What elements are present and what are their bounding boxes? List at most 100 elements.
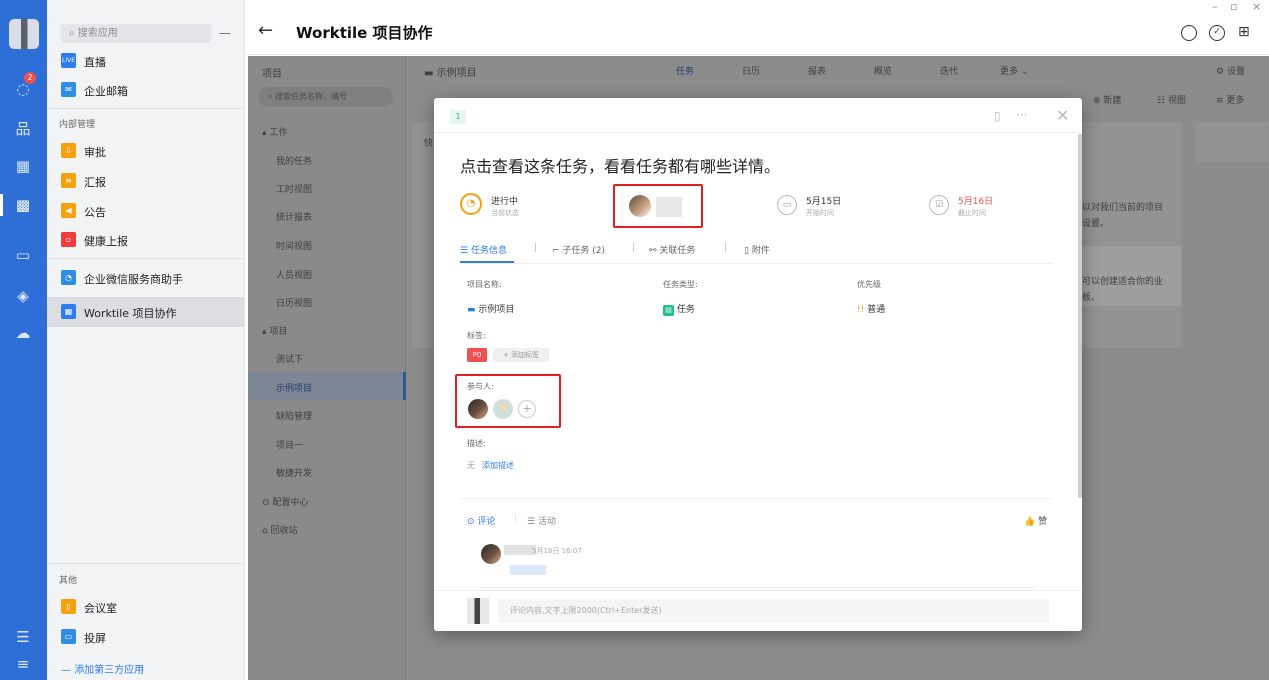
nav-project-defects[interactable]: 缺陷管理 — [276, 409, 312, 422]
compass-icon[interactable]: ✓ — [1209, 25, 1225, 41]
more-button[interactable]: ≡ 更多 — [1216, 93, 1244, 106]
tab-more[interactable]: 更多 ⌄ — [1000, 64, 1028, 77]
project-field-value[interactable]: ▬ 示例项目 — [467, 302, 514, 315]
refresh-icon[interactable] — [1181, 25, 1197, 41]
collapse-icon[interactable]: — — [219, 26, 231, 40]
more-options-icon[interactable]: ··· — [1016, 108, 1027, 122]
tab-report[interactable]: 报表 — [808, 64, 826, 77]
task-status[interactable]: 进行中 — [491, 194, 518, 207]
add-participant-button[interactable]: + — [518, 400, 536, 418]
settings-menu-icon[interactable]: ≡ — [12, 653, 34, 675]
group-project[interactable]: ▴ 项目 — [262, 324, 287, 337]
calendar-icon[interactable]: ▦ — [12, 155, 34, 177]
commenter-avatar[interactable] — [481, 544, 501, 564]
tab-separator: | — [632, 243, 636, 253]
back-icon[interactable]: ← — [258, 20, 273, 41]
grid-icon[interactable]: ⊞ — [1238, 24, 1250, 40]
task-search-input[interactable]: ⌕ 搜索任务名称、编号 — [258, 87, 393, 107]
description-label: 描述: — [467, 439, 486, 448]
nav-project-agile[interactable]: 敏捷开发 — [276, 466, 312, 479]
new-task-button[interactable]: ⊕ 新建 — [1093, 93, 1121, 106]
nav-time-view[interactable]: 时间视图 — [276, 239, 312, 252]
doc-icon[interactable]: ◈ — [12, 285, 34, 307]
add-third-party-app[interactable]: — 添加第三方应用 — [61, 661, 144, 676]
due-date[interactable]: 5月16日 — [958, 194, 993, 207]
nav-project-one[interactable]: 项目一 — [276, 438, 303, 451]
tab-linked-tasks[interactable]: ⚯ 关联任务 — [649, 243, 695, 256]
tag-p0[interactable]: P0 — [467, 348, 487, 362]
tab-tasks[interactable]: 任务 — [676, 64, 694, 77]
nav-project-sample[interactable]: 示例项目 — [276, 381, 312, 394]
nav-calendar-view[interactable]: 日历视图 — [276, 296, 312, 309]
tab-iteration[interactable]: 迭代 — [940, 64, 958, 77]
activity-tab[interactable]: ☰ 活动 — [527, 514, 556, 527]
tab-attachments[interactable]: ▯ 附件 — [744, 243, 770, 256]
like-button[interactable]: 👍 赞 — [1024, 514, 1047, 527]
priority-field-value[interactable]: !! 普通 — [857, 302, 885, 315]
nav-people-view[interactable]: 人员视图 — [276, 268, 312, 281]
app-live[interactable]: LIVE 直播 — [47, 47, 244, 75]
app-search-input[interactable]: ⌕ 搜索应用 — [61, 24, 211, 43]
task-title[interactable]: 点击查看这条任务，看看任务都有哪些详情。 — [460, 153, 780, 177]
project-name: ▬ 示例项目 — [424, 68, 477, 79]
app-screencast[interactable]: ▭ 投屏 — [47, 623, 244, 651]
description-empty: 无 — [467, 461, 475, 470]
comments-tab[interactable]: ⊙ 评论 — [467, 514, 495, 527]
comment-input[interactable]: 评论内容,文字上限2000(Ctrl+Enter发送) — [498, 599, 1049, 623]
selected-marker — [403, 372, 406, 400]
app-label: 企业邮箱 — [84, 85, 128, 98]
org-icon[interactable]: 品 — [12, 118, 34, 140]
minimize-button[interactable]: – — [1212, 0, 1218, 13]
nav-recycle-label: 回收站 — [270, 526, 298, 536]
window-title: Worktile 项目协作 — [296, 24, 433, 42]
doc-icon[interactable]: ▯ — [994, 109, 1001, 123]
worktile-icon: ▦ — [61, 304, 76, 319]
modal-scrollbar[interactable] — [1078, 134, 1082, 498]
cloud-icon[interactable]: ☁ — [12, 322, 34, 344]
participant-avatar[interactable] — [468, 399, 488, 419]
nav-recycle-bin[interactable]: ⌂ 回收站 — [262, 523, 298, 536]
task-search-placeholder: 搜索任务名称、编号 — [275, 92, 348, 101]
nav-stats-report[interactable]: 统计报表 — [276, 210, 312, 223]
add-tag-button[interactable]: + 添加标签 — [493, 348, 549, 362]
start-date[interactable]: 5月15日 — [806, 194, 841, 207]
workbench-icon[interactable]: ▩ — [12, 194, 34, 216]
app-wechat-assistant[interactable]: ◔ 企业微信服务商助手 — [47, 264, 244, 292]
type-field-value[interactable]: ▤ 任务 — [663, 302, 695, 316]
close-modal-icon[interactable]: ✕ — [1056, 106, 1069, 125]
tab-task-info[interactable]: ☰ 任务信息 — [460, 243, 507, 256]
app-health[interactable]: ▫ 健康上报 — [47, 226, 244, 254]
app-report[interactable]: ≡ 汇报 — [47, 167, 244, 195]
tab-calendar[interactable]: 日历 — [742, 64, 760, 77]
nav-my-tasks[interactable]: 我的任务 — [276, 154, 312, 167]
restore-button[interactable]: ▫ — [1230, 0, 1237, 13]
view-button[interactable]: ☷ 视图 — [1157, 93, 1186, 106]
comments-tab-label: 评论 — [477, 517, 496, 527]
participant-avatar[interactable] — [493, 399, 513, 419]
add-description-link[interactable]: 添加描述 — [482, 460, 514, 471]
health-icon: ▫ — [61, 232, 76, 247]
status-clock-icon[interactable]: ◔ — [460, 193, 482, 215]
start-date-icon[interactable]: ▭ — [777, 195, 797, 215]
group-work[interactable]: ▴ 工作 — [262, 125, 287, 138]
nav-config-center[interactable]: ⊙ 配置中心 — [262, 495, 308, 508]
nav-project-test[interactable]: 测试下 — [276, 352, 303, 365]
menu-list-icon[interactable]: ☰ — [12, 626, 34, 648]
user-avatar[interactable] — [9, 19, 39, 49]
nav-hours-view[interactable]: 工时视图 — [276, 182, 312, 195]
app-worktile[interactable]: ▦ Worktile 项目协作 — [47, 297, 244, 327]
close-window-button[interactable]: × — [1252, 0, 1261, 13]
mail-icon[interactable]: ▭ — [12, 244, 34, 266]
settings-button[interactable]: ⚙ 设置 — [1216, 64, 1245, 77]
tab-overview[interactable]: 概览 — [874, 64, 892, 77]
assignee-avatar[interactable] — [629, 195, 651, 217]
app-approval[interactable]: ⇩ 审批 — [47, 137, 244, 165]
app-announcement[interactable]: ◀ 公告 — [47, 197, 244, 225]
board-add-column[interactable] — [1195, 122, 1269, 162]
comment-time: 5月18日 16:07 — [532, 547, 582, 555]
due-date-icon[interactable]: ☑ — [929, 195, 949, 215]
view-label: 视图 — [1167, 96, 1186, 106]
app-email[interactable]: ✉ 企业邮箱 — [47, 76, 244, 104]
app-meeting-room[interactable]: ▯ 会议室 — [47, 593, 244, 621]
tab-subtasks[interactable]: ⌐ 子任务 (2) — [552, 243, 605, 256]
